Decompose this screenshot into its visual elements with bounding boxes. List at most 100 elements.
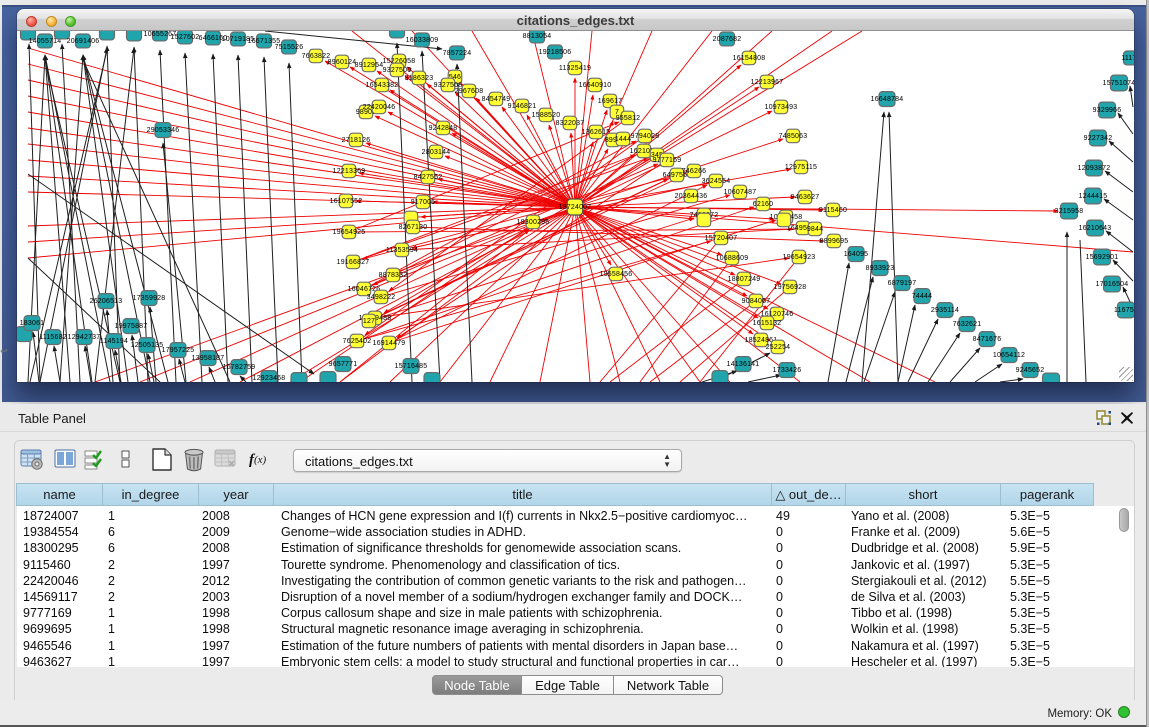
svg-text:7632621: 7632621 xyxy=(953,321,982,328)
svg-text:9245652: 9245652 xyxy=(1016,367,1045,374)
svg-text:19558456: 19558456 xyxy=(600,271,633,278)
svg-text:16648784: 16648784 xyxy=(871,96,904,103)
svg-text:9242848: 9242848 xyxy=(429,125,458,132)
svg-text:15692901: 15692901 xyxy=(1086,254,1119,261)
svg-text:2967608: 2967608 xyxy=(455,88,484,95)
svg-text:8813054: 8813054 xyxy=(523,33,552,40)
svg-text:1615132: 1615132 xyxy=(753,320,782,327)
svg-text:9327500: 9327500 xyxy=(383,67,412,74)
svg-text:252254: 252254 xyxy=(766,344,791,351)
svg-text:12213967: 12213967 xyxy=(751,79,784,86)
svg-text:13958187: 13958187 xyxy=(192,355,225,362)
svg-text:2087682: 2087682 xyxy=(713,36,742,43)
svg-text:22420046: 22420046 xyxy=(363,104,396,111)
svg-text:10688609: 10688609 xyxy=(716,255,749,262)
svg-text:12923468: 12923468 xyxy=(253,375,286,382)
svg-text:16107552: 16107552 xyxy=(330,198,363,205)
svg-text:12505135: 12505135 xyxy=(131,342,164,349)
svg-text:183061: 183061 xyxy=(20,320,45,327)
svg-text:6879197: 6879197 xyxy=(888,280,917,287)
svg-text:9463627: 9463627 xyxy=(791,194,820,201)
svg-text:8899695: 8899695 xyxy=(820,238,849,245)
svg-text:(x): (x) xyxy=(254,454,267,466)
svg-text:1527602: 1527602 xyxy=(171,34,200,41)
svg-text:19756928: 19756928 xyxy=(774,284,807,291)
svg-text:1115682: 1115682 xyxy=(39,334,67,341)
svg-text:12093872: 12093872 xyxy=(1078,165,1111,172)
svg-text:3498222: 3498222 xyxy=(367,294,396,301)
svg-text:116753: 116753 xyxy=(1114,307,1134,314)
svg-text:17016504: 17016504 xyxy=(1096,281,1129,288)
svg-text:8267130: 8267130 xyxy=(399,224,428,231)
svg-text:8878332: 8878332 xyxy=(379,272,408,279)
svg-text:3624554: 3624554 xyxy=(702,178,731,185)
svg-text:10607487: 10607487 xyxy=(724,189,757,196)
svg-text:29053346: 29053346 xyxy=(147,127,180,134)
svg-text:1588520: 1588520 xyxy=(532,112,561,119)
svg-text:7663822: 7663822 xyxy=(302,53,331,60)
svg-text:16914479: 16914479 xyxy=(373,340,406,347)
svg-text:8912954: 8912954 xyxy=(355,62,384,69)
svg-text:20691406: 20691406 xyxy=(67,38,100,45)
svg-text:9329966: 9329966 xyxy=(1093,107,1122,114)
svg-text:8471676: 8471676 xyxy=(973,336,1002,343)
svg-text:9657771: 9657771 xyxy=(329,361,358,368)
svg-text:2935114: 2935114 xyxy=(931,307,959,314)
svg-text:74444: 74444 xyxy=(912,293,932,300)
svg-text:955812: 955812 xyxy=(616,115,641,122)
svg-text:16640910: 16640910 xyxy=(579,82,612,89)
svg-text:7485063: 7485063 xyxy=(779,133,808,140)
svg-text:9227342: 9227342 xyxy=(1084,135,1113,142)
svg-text:12213369: 12213369 xyxy=(333,168,366,175)
svg-text:19654925: 19654925 xyxy=(333,229,366,236)
svg-text:62160: 62160 xyxy=(753,201,773,208)
svg-text:16154808: 16154808 xyxy=(733,55,766,62)
svg-text:19975887: 19975887 xyxy=(115,323,148,330)
svg-text:17957225: 17957225 xyxy=(162,347,195,354)
svg-text:8186323: 8186323 xyxy=(405,75,434,82)
svg-text:19166827: 19166827 xyxy=(337,259,370,266)
svg-text:16543382: 16543382 xyxy=(366,82,399,89)
svg-text:16782759: 16782759 xyxy=(223,364,256,371)
svg-text:9777169: 9777169 xyxy=(653,157,682,164)
svg-text:15720407: 15720407 xyxy=(705,235,738,242)
svg-text:18724007: 18724007 xyxy=(559,204,592,211)
svg-text:127: 127 xyxy=(363,318,375,325)
svg-text:18300295: 18300295 xyxy=(517,219,550,226)
svg-text:12942737: 12942737 xyxy=(68,334,101,341)
svg-text:17359928: 17359928 xyxy=(133,295,166,302)
svg-text:12975115: 12975115 xyxy=(785,164,817,171)
svg-text:7625402: 7625402 xyxy=(343,338,372,345)
svg-text:11172: 11172 xyxy=(1121,55,1134,62)
svg-text:9115460: 9115460 xyxy=(819,207,847,214)
svg-text:8322037: 8322037 xyxy=(556,120,585,127)
svg-text:16210643: 16210643 xyxy=(1079,225,1112,232)
svg-text:18807249: 18807249 xyxy=(728,276,761,283)
svg-text:9794028: 9794028 xyxy=(631,133,660,140)
svg-text:169617: 169617 xyxy=(598,98,623,105)
svg-text:1244415: 1244415 xyxy=(1079,193,1108,200)
svg-text:9084067: 9084067 xyxy=(742,298,771,305)
svg-text:19654923: 19654923 xyxy=(783,254,816,261)
svg-text:917006: 917006 xyxy=(411,199,436,206)
svg-text:19218506: 19218506 xyxy=(539,49,572,56)
svg-text:16033809: 16033809 xyxy=(406,37,439,44)
svg-text:7857224: 7857224 xyxy=(443,50,472,57)
svg-text:1444: 1444 xyxy=(615,136,631,143)
svg-text:7515526: 7515526 xyxy=(275,44,304,51)
svg-text:15751074: 15751074 xyxy=(1103,80,1134,87)
svg-text:746266: 746266 xyxy=(682,168,707,175)
svg-text:11325419: 11325419 xyxy=(559,65,591,72)
svg-text:8933923: 8933923 xyxy=(866,265,895,272)
svg-text:26206513: 26206513 xyxy=(90,298,123,305)
svg-text:1733426: 1733426 xyxy=(773,367,802,374)
svg-text:2803144: 2803144 xyxy=(422,149,451,156)
svg-text:2718126: 2718126 xyxy=(342,137,371,144)
svg-text:10654112: 10654112 xyxy=(993,352,1025,359)
svg-text:164095: 164095 xyxy=(844,251,869,258)
svg-text:8960124: 8960124 xyxy=(328,59,357,66)
svg-text:10973493: 10973493 xyxy=(765,104,798,111)
svg-text:3215958: 3215958 xyxy=(1055,208,1084,215)
svg-text:15716485: 15716485 xyxy=(395,363,428,370)
svg-text:20364436: 20364436 xyxy=(675,193,708,200)
